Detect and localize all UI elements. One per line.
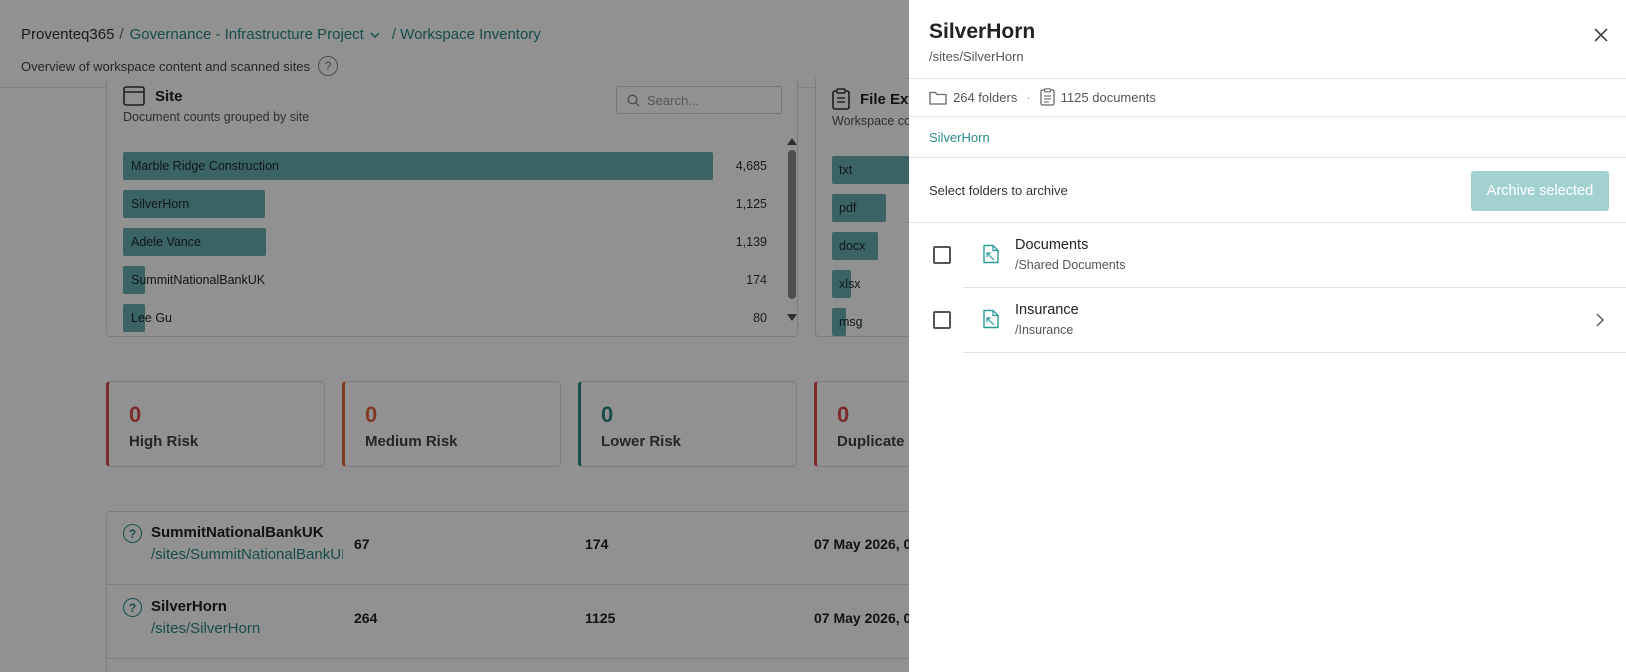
drawer-breadcrumb-site[interactable]: SilverHorn bbox=[929, 130, 990, 145]
folder-path: /Shared Documents bbox=[1015, 258, 1126, 272]
folder-path: /Insurance bbox=[1015, 323, 1074, 337]
document-list-icon bbox=[1040, 88, 1055, 106]
drawer-site-path: /sites/SilverHorn bbox=[929, 49, 1024, 64]
folder-count: 264 folders bbox=[953, 89, 1018, 105]
stat-separator: · bbox=[1026, 89, 1031, 105]
close-icon[interactable] bbox=[1592, 26, 1610, 44]
document-library-icon bbox=[983, 244, 999, 264]
drawer-stats: 264 folders · 1125 documents bbox=[929, 88, 1156, 106]
folder-row-divider bbox=[963, 352, 1626, 353]
site-detail-drawer: SilverHorn /sites/SilverHorn 264 folders… bbox=[909, 0, 1626, 672]
folder-checkbox[interactable] bbox=[933, 246, 951, 264]
drawer-divider bbox=[909, 116, 1626, 117]
folder-name[interactable]: Documents bbox=[1015, 237, 1088, 253]
document-count: 1125 documents bbox=[1060, 89, 1156, 105]
folder-name[interactable]: Insurance bbox=[1015, 302, 1079, 318]
document-library-icon bbox=[983, 309, 999, 329]
archive-selected-button[interactable]: Archive selected bbox=[1471, 171, 1609, 211]
folder-row[interactable]: Documents/Shared Documents bbox=[909, 223, 1626, 288]
drawer-divider bbox=[909, 157, 1626, 158]
folder-row[interactable]: Insurance/Insurance bbox=[909, 288, 1626, 353]
select-folders-label: Select folders to archive bbox=[929, 183, 1068, 198]
chevron-right-icon[interactable] bbox=[1595, 313, 1605, 327]
drawer-title: SilverHorn bbox=[929, 20, 1036, 43]
folder-checkbox[interactable] bbox=[933, 311, 951, 329]
drawer-divider bbox=[909, 78, 1626, 79]
folder-icon bbox=[929, 91, 947, 105]
